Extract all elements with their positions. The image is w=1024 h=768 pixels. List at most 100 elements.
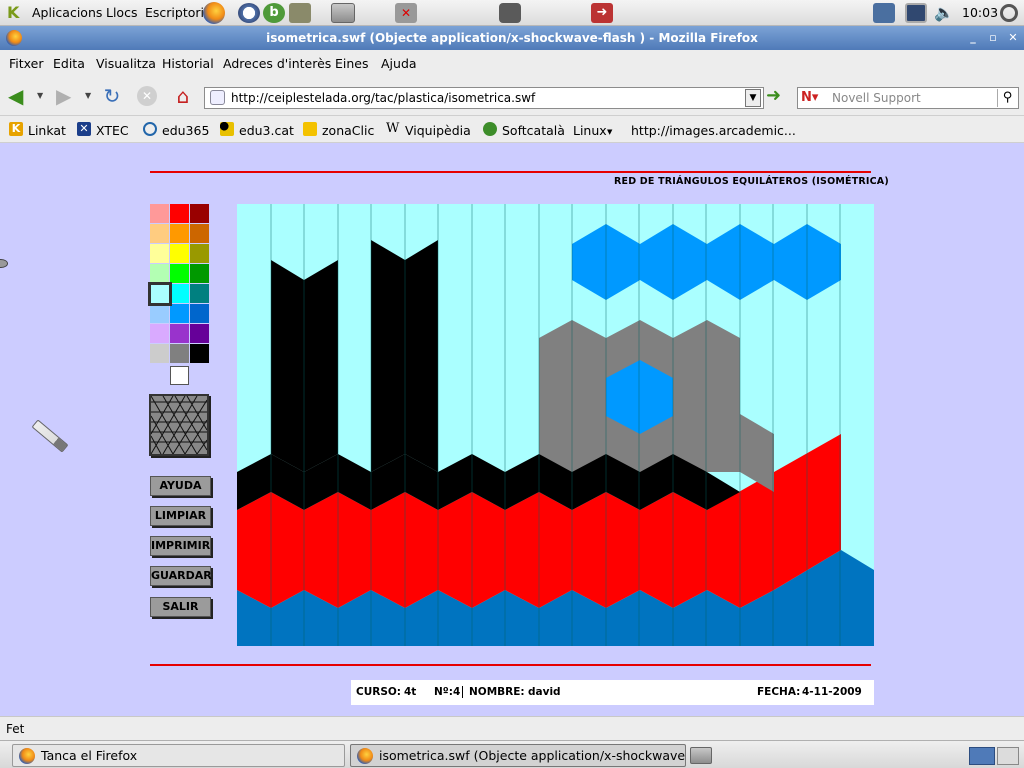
help-button[interactable]: AYUDA xyxy=(150,476,211,496)
network-icon[interactable] xyxy=(873,3,895,23)
maximize-icon[interactable]: ▫ xyxy=(986,31,1000,45)
disconnect-launcher-icon[interactable]: ✕ xyxy=(395,3,417,23)
color-swatch[interactable] xyxy=(190,264,209,283)
menu-history[interactable]: Historial xyxy=(162,56,214,71)
clock-launcher-icon[interactable] xyxy=(238,3,260,23)
student-info-bar: CURSO: 4t Nº: 4 NOMBRE: david FECHA: 4-1… xyxy=(351,680,874,705)
color-swatch[interactable] xyxy=(170,284,189,303)
exit-button[interactable]: SALIR xyxy=(150,597,211,617)
menu-applications[interactable]: Aplicacions xyxy=(32,5,102,20)
folder-task-icon[interactable] xyxy=(690,747,712,764)
white-swatch[interactable] xyxy=(170,366,189,385)
menu-tools[interactable]: Eines xyxy=(335,56,369,71)
color-swatch[interactable] xyxy=(150,344,169,363)
logout-launcher-icon[interactable]: ➜ xyxy=(591,3,613,23)
color-swatch[interactable] xyxy=(148,282,172,306)
color-swatch[interactable] xyxy=(170,344,189,363)
bookmark-edu3[interactable]: edu3.cat xyxy=(239,123,294,138)
color-swatch[interactable] xyxy=(190,344,209,363)
color-swatch[interactable] xyxy=(190,244,209,263)
color-swatch[interactable] xyxy=(190,224,209,243)
go-arrow-icon[interactable]: ➜ xyxy=(766,86,786,106)
task-close-firefox[interactable]: Tanca el Firefox xyxy=(12,744,345,767)
file-manager-launcher-icon[interactable] xyxy=(331,3,355,23)
task-isometrica[interactable]: isometrica.swf (Objecte application/x-sh… xyxy=(350,744,686,767)
color-swatch[interactable] xyxy=(150,224,169,243)
display-icon[interactable] xyxy=(905,3,927,23)
save-button[interactable]: GUARDAR xyxy=(150,566,212,586)
color-swatch[interactable] xyxy=(190,284,209,303)
search-engine-icon[interactable]: N▾ xyxy=(801,90,827,106)
bookmark-xtec[interactable]: XTEC xyxy=(96,123,129,138)
bookmark-viquipedia[interactable]: Viquipèdia xyxy=(405,123,471,138)
window-titlebar: isometrica.swf (Objecte application/x-sh… xyxy=(0,26,1024,50)
minimize-icon[interactable]: _ xyxy=(966,31,980,45)
reload-icon[interactable]: ↻ xyxy=(101,85,123,107)
name-value[interactable]: david xyxy=(528,686,561,698)
gimp-launcher-icon[interactable] xyxy=(289,3,311,23)
close-icon[interactable]: ✕ xyxy=(1006,31,1020,45)
back-history-chevron-icon[interactable]: ▼ xyxy=(37,91,43,100)
color-swatch[interactable] xyxy=(170,224,189,243)
clear-button[interactable]: LIMPIAR xyxy=(150,506,211,526)
top-panel: K Aplicacions Llocs Escriptori b ✕ ➜ 🔈 1… xyxy=(0,0,1024,26)
color-swatch[interactable] xyxy=(150,244,169,263)
menu-desktop[interactable]: Escriptori xyxy=(145,5,204,20)
url-dropdown-icon[interactable]: ▼ xyxy=(745,89,761,107)
python-launcher-icon[interactable]: b xyxy=(263,3,285,23)
menu-view[interactable]: Visualitza xyxy=(96,56,156,71)
color-swatch[interactable] xyxy=(190,324,209,343)
color-swatch[interactable] xyxy=(170,264,189,283)
bookmark-edu365[interactable]: edu365 xyxy=(162,123,209,138)
color-swatch[interactable] xyxy=(150,264,169,283)
firefox-window-icon[interactable] xyxy=(6,30,22,46)
url-input[interactable]: http://ceiplestelada.org/tac/plastica/is… xyxy=(204,87,764,109)
bookmark-zonaclic[interactable]: zonaClic xyxy=(322,123,374,138)
drawing-canvas[interactable] xyxy=(237,204,874,646)
number-value[interactable]: 4 xyxy=(453,686,464,698)
edu365-icon xyxy=(143,122,157,136)
color-swatch[interactable] xyxy=(170,304,189,323)
bookmark-arcademic[interactable]: http://images.arcademic... xyxy=(631,123,796,138)
search-icon[interactable]: ⚲ xyxy=(997,89,1017,107)
color-swatch[interactable] xyxy=(150,324,169,343)
menu-bookmarks[interactable]: Adreces d'interès xyxy=(223,56,331,71)
color-swatch[interactable] xyxy=(170,244,189,263)
workspace-switcher-1[interactable] xyxy=(969,747,995,765)
color-swatch[interactable] xyxy=(150,304,169,323)
stop-icon[interactable]: ✕ xyxy=(137,86,157,106)
power-icon[interactable] xyxy=(1000,4,1018,22)
firefox-task-icon xyxy=(19,748,35,764)
edu3-icon xyxy=(220,122,234,136)
xtec-icon: ✕ xyxy=(77,122,91,136)
bookmark-linkat[interactable]: Linkat xyxy=(28,123,66,138)
menu-edit[interactable]: Edita xyxy=(53,56,85,71)
gnome-foot-icon[interactable]: K xyxy=(7,4,23,22)
color-swatch[interactable] xyxy=(190,204,209,223)
color-swatch[interactable] xyxy=(150,204,169,223)
bookmark-folder-linux[interactable]: Linux xyxy=(573,123,607,138)
isometric-grid-tool[interactable] xyxy=(149,394,209,456)
camera-launcher-icon[interactable] xyxy=(499,3,521,23)
back-arrow-icon[interactable]: ◀ xyxy=(8,86,30,106)
pencil-tool-icon[interactable] xyxy=(31,419,69,453)
forward-arrow-icon[interactable]: ▶ xyxy=(56,86,78,106)
panel-clock[interactable]: 10:03 xyxy=(962,5,998,20)
volume-icon[interactable]: 🔈 xyxy=(933,3,955,23)
color-swatch[interactable] xyxy=(190,304,209,323)
drawing-svg xyxy=(237,204,874,646)
menu-places[interactable]: Llocs xyxy=(106,5,137,20)
color-swatch[interactable] xyxy=(170,324,189,343)
menu-file[interactable]: Fitxer xyxy=(9,56,44,71)
workspace-switcher-2[interactable] xyxy=(997,747,1019,765)
search-input[interactable]: N▾ Novell Support ⚲ xyxy=(797,87,1019,109)
forward-history-chevron-icon[interactable]: ▼ xyxy=(85,91,91,100)
color-swatch[interactable] xyxy=(170,204,189,223)
bookmark-softcatala[interactable]: Softcatalà xyxy=(502,123,565,138)
home-icon[interactable]: ⌂ xyxy=(172,85,194,107)
course-value[interactable]: 4t xyxy=(404,686,416,698)
print-button[interactable]: IMPRIMIR xyxy=(150,536,211,556)
firefox-launcher-icon[interactable] xyxy=(203,2,225,24)
menu-help[interactable]: Ajuda xyxy=(381,56,417,71)
task-label: isometrica.swf (Objecte application/x-sh… xyxy=(379,748,686,763)
